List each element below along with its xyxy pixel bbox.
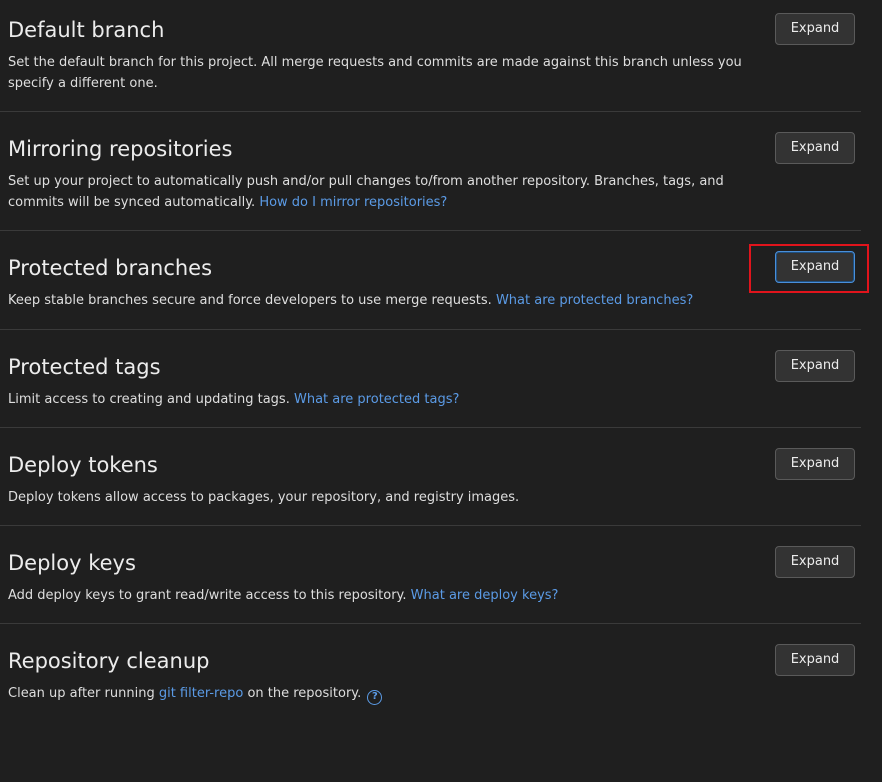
question-circle-icon[interactable]: ?	[367, 690, 383, 705]
description-text: Set the default branch for this project.…	[8, 55, 742, 91]
section-title: Mirroring repositories	[8, 137, 233, 161]
section-repository-cleanup: Repository cleanup Expand Clean up after…	[0, 624, 861, 724]
help-link-deploy-keys[interactable]: What are deploy keys?	[411, 588, 559, 603]
section-title: Protected branches	[8, 256, 213, 280]
description-text: Add deploy keys to grant read/write acce…	[8, 588, 407, 603]
expand-button-mirroring[interactable]: Expand	[775, 132, 855, 164]
section-description: Limit access to creating and updating ta…	[8, 390, 753, 411]
expand-button-protected-tags[interactable]: Expand	[775, 350, 855, 382]
section-deploy-tokens: Deploy tokens Expand Deploy tokens allow…	[0, 428, 861, 526]
section-description: Clean up after running git filter-repo o…	[8, 684, 753, 705]
section-protected-branches: Protected branches Expand Keep stable br…	[0, 231, 861, 330]
section-description: Add deploy keys to grant read/write acce…	[8, 586, 753, 607]
section-description: Deploy tokens allow access to packages, …	[8, 488, 753, 509]
section-default-branch: Default branch Expand Set the default br…	[0, 0, 861, 112]
section-mirroring-repositories: Mirroring repositories Expand Set up you…	[0, 112, 861, 231]
description-text-before: Clean up after running	[8, 686, 155, 701]
description-text-after: on the repository.	[247, 686, 362, 701]
section-title: Protected tags	[8, 355, 161, 379]
expand-button-deploy-tokens[interactable]: Expand	[775, 448, 855, 480]
git-filter-repo-link[interactable]: git filter-repo	[159, 686, 243, 701]
help-link-protected-branches[interactable]: What are protected branches?	[496, 293, 693, 308]
help-link-mirroring[interactable]: How do I mirror repositories?	[259, 195, 447, 210]
section-protected-tags: Protected tags Expand Limit access to cr…	[0, 330, 861, 428]
section-title: Repository cleanup	[8, 649, 210, 673]
description-text: Deploy tokens allow access to packages, …	[8, 490, 520, 505]
description-text: Limit access to creating and updating ta…	[8, 392, 290, 407]
section-title: Default branch	[8, 18, 165, 42]
expand-button-protected-branches[interactable]: Expand	[775, 251, 855, 283]
settings-sections: Default branch Expand Set the default br…	[0, 0, 882, 724]
help-link-protected-tags[interactable]: What are protected tags?	[294, 392, 459, 407]
section-description: Set the default branch for this project.…	[8, 53, 753, 94]
expand-button-default-branch[interactable]: Expand	[775, 13, 855, 45]
section-title: Deploy keys	[8, 551, 136, 575]
expand-button-repository-cleanup[interactable]: Expand	[775, 644, 855, 676]
section-description: Set up your project to automatically pus…	[8, 172, 753, 213]
section-title: Deploy tokens	[8, 453, 158, 477]
expand-button-deploy-keys[interactable]: Expand	[775, 546, 855, 578]
section-deploy-keys: Deploy keys Expand Add deploy keys to gr…	[0, 526, 861, 624]
section-description: Keep stable branches secure and force de…	[8, 291, 753, 312]
description-text: Keep stable branches secure and force de…	[8, 293, 492, 308]
